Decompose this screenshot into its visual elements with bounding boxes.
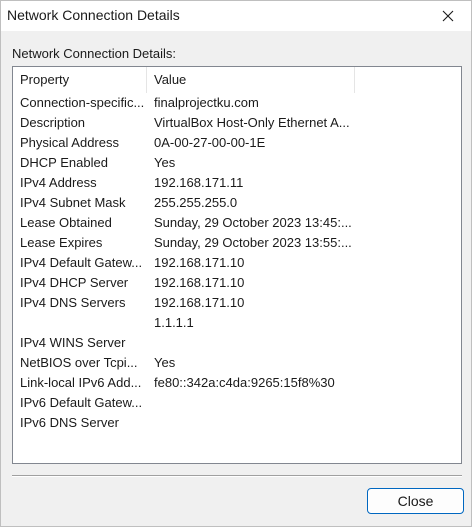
close-icon-glyph [442, 10, 454, 22]
column-header-value[interactable]: Value [147, 67, 355, 93]
table-row[interactable]: Lease Obtained Sunday, 29 October 2023 13… [13, 213, 461, 233]
property-cell: Link-local IPv6 Add... [20, 375, 142, 390]
value-cell: finalprojectku.com [154, 95, 259, 110]
value-cell: 192.168.171.11 [154, 175, 244, 190]
column-header-property[interactable]: Property [13, 67, 147, 93]
value-cell: 192.168.171.10 [154, 275, 245, 290]
close-button[interactable]: Close [367, 488, 464, 514]
divider [12, 475, 462, 477]
value-cell: Sunday, 29 October 2023 13:55:... [154, 235, 352, 250]
table-row[interactable]: IPv6 Default Gatew... [13, 393, 461, 413]
value-cell: Yes [154, 355, 176, 370]
list-rows: Connection-specific... finalprojectku.com… [13, 93, 461, 433]
value-cell: 255.255.255.0 [154, 195, 238, 210]
property-cell: NetBIOS over Tcpi... [20, 355, 138, 370]
details-list-view[interactable]: Property Value Connection-specific... fin… [12, 66, 462, 464]
property-cell: IPv4 Subnet Mask [20, 195, 126, 210]
table-row[interactable]: IPv6 DNS Server [13, 413, 461, 433]
table-row[interactable]: IPv4 DHCP Server 192.168.171.10 [13, 273, 461, 293]
property-cell: IPv4 Address [20, 175, 97, 190]
table-row[interactable]: IPv4 Subnet Mask 255.255.255.0 [13, 193, 461, 213]
window-title: Network Connection Details [7, 7, 180, 23]
details-group-label: Network Connection Details: [12, 46, 177, 61]
table-row[interactable]: Connection-specific... finalprojectku.com [13, 93, 461, 113]
table-row[interactable]: IPv4 WINS Server [13, 333, 461, 353]
table-row[interactable]: NetBIOS over Tcpi... Yes [13, 353, 461, 373]
value-cell: 192.168.171.10 [154, 295, 245, 310]
property-cell: IPv6 DNS Server [20, 415, 119, 430]
property-cell: Connection-specific... [20, 95, 145, 110]
property-cell: DHCP Enabled [20, 155, 108, 170]
value-cell: Sunday, 29 October 2023 13:45:... [154, 215, 352, 230]
network-connection-details-dialog: Network Connection Details Network Conne… [0, 0, 472, 527]
table-row[interactable]: Description VirtualBox Host-Only Ethernet… [13, 113, 461, 133]
table-row[interactable]: 1.1.1.1 [13, 313, 461, 333]
value-cell: 1.1.1.1 [154, 315, 194, 330]
table-row[interactable]: Link-local IPv6 Add... fe80::342a:c4da:92… [13, 373, 461, 393]
table-row[interactable]: IPv4 Address 192.168.171.11 [13, 173, 461, 193]
table-row[interactable]: Lease Expires Sunday, 29 October 2023 13:… [13, 233, 461, 253]
value-cell: fe80::342a:c4da:9265:15f8%30 [154, 375, 335, 390]
list-header: Property Value [13, 67, 461, 93]
property-cell: IPv4 DNS Servers [20, 295, 126, 310]
close-icon[interactable] [429, 2, 467, 30]
title-bar: Network Connection Details [1, 1, 471, 31]
table-row[interactable]: DHCP Enabled Yes [13, 153, 461, 173]
value-cell: 0A-00-27-00-00-1E [154, 135, 266, 150]
value-cell: Yes [154, 155, 176, 170]
value-cell: 192.168.171.10 [154, 255, 245, 270]
value-cell: VirtualBox Host-Only Ethernet A... [154, 115, 350, 130]
property-cell: Physical Address [20, 135, 119, 150]
property-cell: IPv4 WINS Server [20, 335, 126, 350]
property-cell: IPv4 DHCP Server [20, 275, 129, 290]
property-cell: Lease Expires [20, 235, 103, 250]
property-cell: Lease Obtained [20, 215, 112, 230]
table-row[interactable]: IPv4 Default Gatew... 192.168.171.10 [13, 253, 461, 273]
property-cell: Description [20, 115, 86, 130]
property-cell: IPv4 Default Gatew... [20, 255, 143, 270]
table-row[interactable]: IPv4 DNS Servers 192.168.171.10 [13, 293, 461, 313]
table-row[interactable]: Physical Address 0A-00-27-00-00-1E [13, 133, 461, 153]
property-cell: IPv6 Default Gatew... [20, 395, 143, 410]
